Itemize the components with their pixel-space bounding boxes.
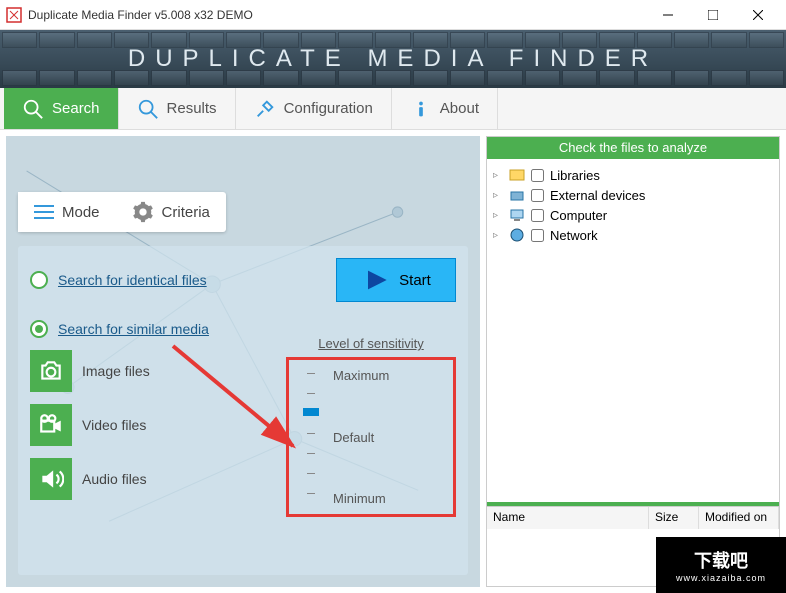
tree-checkbox[interactable] (531, 229, 544, 242)
window-titlebar: Duplicate Media Finder v5.008 x32 DEMO (0, 0, 786, 30)
grid-header-size[interactable]: Size (649, 507, 699, 529)
radio-icon (30, 320, 48, 338)
tree-node-label: Libraries (550, 168, 600, 183)
file-tree: ▹ Libraries ▹ External devices ▹ Compute… (487, 159, 779, 502)
tree-node-label: Computer (550, 208, 607, 223)
sensitivity-slider[interactable] (297, 368, 327, 506)
camera-icon (30, 350, 72, 392)
sensitivity-control: Level of sensitivity Maximum D (286, 336, 456, 517)
expand-icon[interactable]: ▹ (493, 230, 503, 241)
tab-search[interactable]: Search (4, 88, 119, 129)
subtab-mode-label: Mode (62, 204, 100, 221)
sensitivity-highlight-box: Maximum Default Minimum (286, 357, 456, 517)
media-type-image-label: Image files (82, 363, 150, 379)
computer-icon (509, 207, 525, 223)
tree-node-external[interactable]: ▹ External devices (493, 185, 773, 205)
close-button[interactable] (735, 1, 780, 29)
sensitivity-min-label: Minimum (333, 491, 445, 506)
maximize-button[interactable] (690, 1, 735, 29)
app-banner: DUPLICATE MEDIA FINDER (0, 30, 786, 88)
sensitivity-max-label: Maximum (333, 368, 445, 383)
subtab-criteria-label: Criteria (162, 204, 210, 221)
drive-icon (509, 187, 525, 203)
info-icon (410, 98, 432, 120)
grid-header-name[interactable]: Name (487, 507, 649, 529)
file-tree-header: Check the files to analyze (487, 137, 779, 159)
tree-node-label: Network (550, 228, 598, 243)
tree-checkbox[interactable] (531, 209, 544, 222)
tree-checkbox[interactable] (531, 169, 544, 182)
watermark-url: www.xiazaiba.com (676, 573, 766, 583)
speaker-icon (30, 458, 72, 500)
radio-icon (30, 271, 48, 289)
slider-thumb[interactable] (303, 408, 319, 416)
expand-icon[interactable]: ▹ (493, 190, 503, 201)
search-icon (22, 98, 44, 120)
tab-search-label: Search (52, 100, 100, 117)
search-panel: Mode Criteria Search for identical files… (6, 136, 480, 587)
media-type-video-label: Video files (82, 417, 146, 433)
tab-results[interactable]: Results (119, 88, 236, 129)
tab-about[interactable]: About (392, 88, 498, 129)
sensitivity-default-label: Default (333, 430, 445, 445)
start-button-label: Start (399, 272, 431, 289)
grid-header-modified[interactable]: Modified on (699, 507, 779, 529)
tree-node-computer[interactable]: ▹ Computer (493, 205, 773, 225)
search-options-box: Search for identical files Start Search … (18, 246, 468, 575)
file-tree-panel: Check the files to analyze ▹ Libraries ▹… (486, 136, 780, 587)
tab-results-label: Results (167, 100, 217, 117)
expand-icon[interactable]: ▹ (493, 170, 503, 181)
gear-icon (132, 201, 154, 223)
banner-title: DUPLICATE MEDIA FINDER (128, 45, 658, 73)
minimize-button[interactable] (645, 1, 690, 29)
play-icon (361, 266, 389, 294)
tree-checkbox[interactable] (531, 189, 544, 202)
radio-identical-files[interactable]: Search for identical files (30, 271, 207, 289)
magnifier-icon (137, 98, 159, 120)
subtab-mode[interactable]: Mode (18, 192, 116, 232)
libraries-icon (509, 167, 525, 183)
watermark: 下载吧 www.xiazaiba.com (656, 537, 786, 593)
main-tab-bar: Search Results Configuration About (0, 88, 786, 130)
media-type-audio-label: Audio files (82, 471, 147, 487)
tab-configuration[interactable]: Configuration (236, 88, 392, 129)
tab-about-label: About (440, 100, 479, 117)
sensitivity-title: Level of sensitivity (286, 336, 456, 351)
radio-similar-label: Search for similar media (58, 321, 209, 337)
tab-configuration-label: Configuration (284, 100, 373, 117)
expand-icon[interactable]: ▹ (493, 210, 503, 221)
tools-icon (254, 98, 276, 120)
subtab-criteria[interactable]: Criteria (116, 192, 226, 232)
start-button[interactable]: Start (336, 258, 456, 302)
radio-identical-label: Search for identical files (58, 272, 207, 288)
network-icon (509, 227, 525, 243)
tree-node-label: External devices (550, 188, 645, 203)
list-icon (34, 205, 54, 219)
sub-tab-bar: Mode Criteria (18, 192, 226, 232)
video-camera-icon (30, 404, 72, 446)
tree-node-libraries[interactable]: ▹ Libraries (493, 165, 773, 185)
watermark-text: 下载吧 (694, 547, 748, 573)
window-title: Duplicate Media Finder v5.008 x32 DEMO (28, 8, 645, 22)
tree-node-network[interactable]: ▹ Network (493, 225, 773, 245)
app-icon (6, 7, 22, 23)
